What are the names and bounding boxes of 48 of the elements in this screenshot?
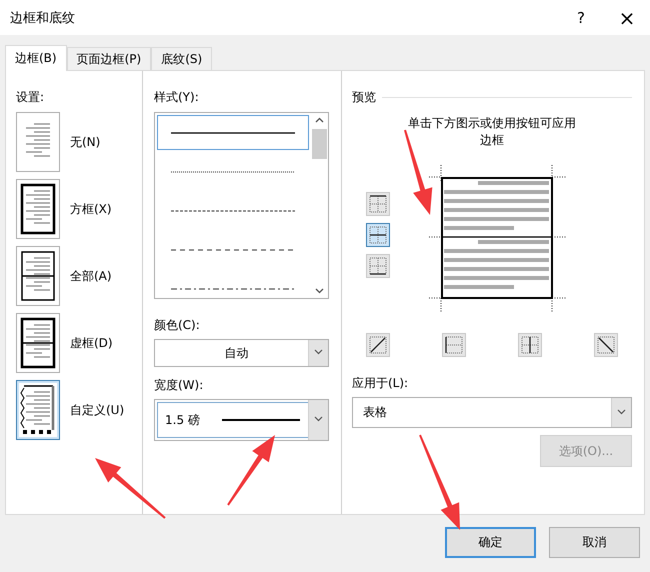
settings-label: 设置: xyxy=(16,89,46,106)
border-top-button[interactable] xyxy=(366,192,390,216)
setting-label: 无(N) xyxy=(70,134,100,150)
line-sample-icon xyxy=(171,170,295,174)
preview-hint: 单击下方图示或使用按钮可应用边框 xyxy=(407,115,577,149)
border-diag-down-button[interactable] xyxy=(594,333,618,357)
setting-label: 方框(X) xyxy=(70,200,112,218)
preview-label: 预览 xyxy=(352,89,376,106)
setting-label: 自定义(U) xyxy=(70,402,124,418)
line-sample-icon xyxy=(171,130,295,134)
style-label: 样式(Y): xyxy=(154,89,200,106)
scroll-thumb[interactable] xyxy=(312,129,327,159)
color-label: 颜色(C): xyxy=(154,317,201,334)
annotation-arrow xyxy=(227,435,275,506)
ok-button[interactable]: 确定 xyxy=(445,527,536,558)
window-title: 边框和底纹 xyxy=(10,10,76,26)
line-sample-icon xyxy=(171,248,295,252)
apply-to-dropdown[interactable]: 表格 xyxy=(352,397,632,428)
setting-grid-icon[interactable] xyxy=(16,313,60,373)
border-bottom-button[interactable] xyxy=(366,254,390,278)
line-sample-icon xyxy=(171,208,295,212)
border-center-button[interactable] xyxy=(518,333,542,357)
width-label: 宽度(W): xyxy=(154,377,204,394)
border-left-button[interactable] xyxy=(442,333,466,357)
width-dropdown[interactable]: 1.5 磅 xyxy=(154,399,329,441)
line-sample-icon xyxy=(171,286,295,290)
setting-box-icon[interactable] xyxy=(16,179,60,239)
apply-to-label: 应用于(L): xyxy=(352,375,410,392)
setting-label: 虚框(D) xyxy=(70,334,113,352)
cancel-button[interactable]: 取消 xyxy=(549,527,640,558)
help-button[interactable]: ? xyxy=(558,0,604,35)
close-button[interactable]: × xyxy=(604,0,650,35)
setting-none-icon[interactable] xyxy=(16,112,60,172)
annotation-arrow xyxy=(95,458,166,519)
border-middle-button[interactable] xyxy=(366,223,390,247)
setting-all-icon[interactable] xyxy=(16,246,60,306)
border-diag-up-button[interactable] xyxy=(366,333,390,357)
line-sample-icon xyxy=(222,418,302,422)
chevron-down-icon xyxy=(308,400,328,440)
chevron-down-icon xyxy=(611,398,631,427)
color-dropdown[interactable]: 自动 xyxy=(154,339,329,367)
tab[interactable]: 页面边框(P) xyxy=(66,47,152,70)
chevron-down-icon xyxy=(308,340,328,366)
line-style-option[interactable] xyxy=(157,115,309,150)
tab[interactable]: 边框(B) xyxy=(5,45,67,71)
setting-label: 全部(A) xyxy=(70,268,112,284)
setting-custom-icon[interactable] xyxy=(16,380,60,440)
tab[interactable]: 底纹(S) xyxy=(151,47,212,70)
